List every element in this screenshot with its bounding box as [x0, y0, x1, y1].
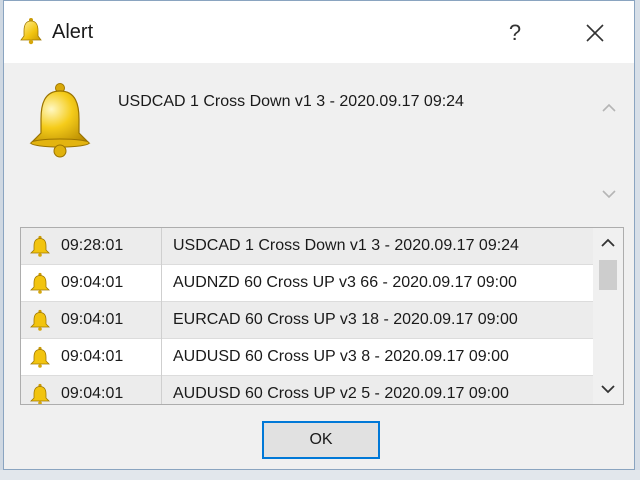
alert-time: 09:28:01 [61, 237, 124, 254]
alert-row-message: AUDUSD 60 Cross UP v2 5 - 2020.09.17 09:… [173, 385, 509, 402]
column-divider [161, 265, 162, 302]
alert-dialog: Alert ? USDCAD 1 Cross Down v1 3 - 2020.… [3, 0, 635, 470]
close-icon [586, 24, 604, 42]
alert-message: USDCAD 1 Cross Down v1 3 - 2020.09.17 09… [118, 93, 464, 110]
alert-time: 09:04:01 [61, 348, 124, 365]
list-item[interactable]: 09:28:01 USDCAD 1 Cross Down v1 3 - 2020… [21, 228, 593, 265]
message-scrollbar[interactable] [594, 91, 624, 211]
bell-icon [30, 235, 50, 257]
chevron-down-icon[interactable] [600, 185, 618, 203]
column-divider [161, 376, 162, 404]
alert-row-message: AUDNZD 60 Cross UP v3 66 - 2020.09.17 09… [173, 274, 517, 291]
bell-icon [30, 346, 50, 368]
close-button[interactable] [572, 11, 618, 55]
chevron-down-icon[interactable] [593, 374, 623, 404]
alert-list[interactable]: 09:28:01 USDCAD 1 Cross Down v1 3 - 2020… [20, 227, 624, 405]
bell-icon [30, 309, 50, 331]
alert-time: 09:04:01 [61, 385, 124, 402]
column-divider [161, 228, 162, 265]
alert-time: 09:04:01 [61, 274, 124, 291]
column-divider [161, 302, 162, 339]
title-bar[interactable]: Alert ? [4, 1, 634, 63]
window-title: Alert [52, 21, 94, 43]
bell-icon [29, 83, 91, 158]
bell-icon [30, 272, 50, 294]
chevron-up-icon[interactable] [593, 228, 623, 258]
scrollbar-thumb[interactable] [599, 260, 617, 290]
bell-icon [20, 18, 42, 45]
help-button[interactable]: ? [492, 11, 538, 55]
chevron-up-icon[interactable] [600, 99, 618, 117]
list-item[interactable]: 09:04:01 AUDUSD 60 Cross UP v2 5 - 2020.… [21, 376, 593, 404]
list-item[interactable]: 09:04:01 AUDNZD 60 Cross UP v3 66 - 2020… [21, 265, 593, 302]
alert-row-message: EURCAD 60 Cross UP v3 18 - 2020.09.17 09… [173, 311, 518, 328]
list-item[interactable]: 09:04:01 EURCAD 60 Cross UP v3 18 - 2020… [21, 302, 593, 339]
list-scrollbar[interactable] [593, 228, 623, 404]
alert-row-message: AUDUSD 60 Cross UP v3 8 - 2020.09.17 09:… [173, 348, 509, 365]
desktop-background-bottom [0, 470, 640, 480]
ok-button[interactable]: OK [262, 421, 380, 459]
bell-icon [30, 383, 50, 404]
column-divider [161, 339, 162, 376]
alert-row-message: USDCAD 1 Cross Down v1 3 - 2020.09.17 09… [173, 237, 519, 254]
alert-time: 09:04:01 [61, 311, 124, 328]
list-item[interactable]: 09:04:01 AUDUSD 60 Cross UP v3 8 - 2020.… [21, 339, 593, 376]
